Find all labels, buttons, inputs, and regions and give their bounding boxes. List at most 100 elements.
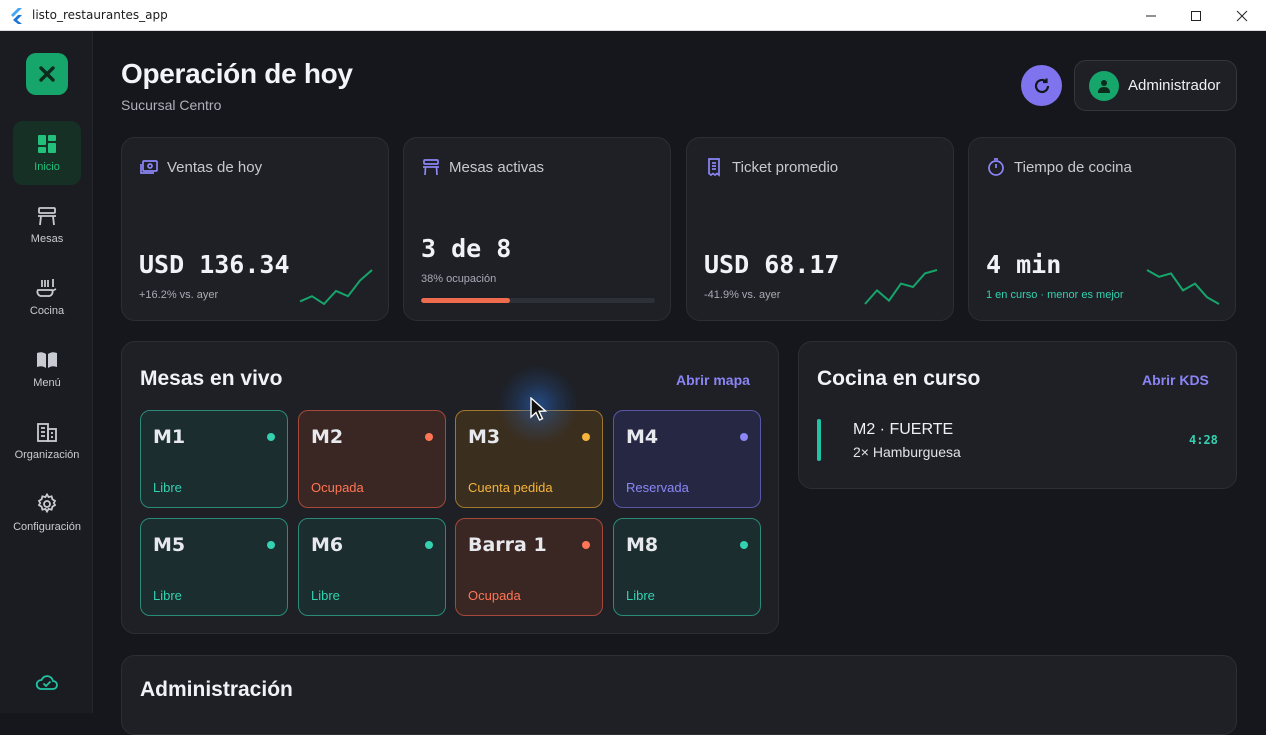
occupancy-progress-fill	[421, 298, 510, 303]
user-icon	[1098, 79, 1110, 93]
sparkline	[1146, 269, 1220, 305]
close-button[interactable]	[1219, 0, 1265, 31]
table-name: M3	[468, 426, 501, 448]
table-name: M5	[153, 534, 186, 556]
occupancy-progress	[421, 298, 655, 303]
table-tile[interactable]: M4 Reservada	[613, 410, 761, 508]
table-status: Cuenta pedida	[468, 480, 553, 495]
order-timer: 4:28	[1189, 433, 1218, 447]
kpi-change: -41.9% vs. ayer	[704, 289, 781, 301]
maximize-button[interactable]	[1173, 0, 1219, 31]
building-icon	[37, 423, 57, 442]
table-icon	[423, 159, 439, 176]
window-titlebar: listo_restaurantes_app	[0, 0, 1266, 31]
user-name: Administrador	[1128, 77, 1221, 94]
close-icon	[1236, 10, 1248, 21]
sidebar-item-label: Configuración	[13, 521, 81, 533]
sidebar-item-cocina[interactable]: Cocina	[13, 265, 81, 329]
receipt-icon	[708, 158, 720, 177]
page-subtitle: Sucursal Centro	[121, 97, 222, 113]
refresh-button[interactable]	[1021, 65, 1062, 106]
open-map-link[interactable]: Abrir mapa	[676, 372, 750, 388]
sidebar-item-menu[interactable]: Menú	[13, 337, 81, 401]
section-title: Cocina en curso	[817, 367, 981, 390]
open-kds-link[interactable]: Abrir KDS	[1142, 372, 1209, 388]
kpi-value: 4 min	[986, 250, 1062, 279]
dashboard-icon	[38, 135, 56, 153]
flutter-icon	[11, 8, 22, 24]
table-tile[interactable]: M8 Libre	[613, 518, 761, 616]
kpi-value: USD 68.17	[704, 250, 840, 279]
sidebar-item-label: Menú	[33, 377, 61, 389]
sidebar-item-label: Mesas	[30, 233, 64, 245]
sidebar-item-label: Organización	[14, 449, 80, 461]
order-items: 2× Hamburguesa	[853, 444, 961, 460]
table-status: Libre	[626, 588, 655, 603]
status-dot	[582, 541, 590, 549]
kpi-label: Mesas activas	[449, 158, 545, 176]
kpi-card-ventas: Ventas de hoy USD 136.34 +16.2% vs. ayer	[121, 137, 389, 321]
sidebar-item-inicio[interactable]: Inicio	[13, 121, 81, 185]
mouse-cursor-icon	[530, 397, 548, 421]
table-name: M2	[311, 426, 344, 448]
refresh-icon	[1034, 78, 1049, 93]
table-status: Ocupada	[468, 588, 521, 603]
table-tile[interactable]: M5 Libre	[140, 518, 288, 616]
maximize-icon	[1191, 10, 1201, 21]
timer-icon	[988, 158, 1004, 176]
order-status-bar	[817, 419, 821, 461]
section-title: Mesas en vivo	[140, 367, 283, 390]
status-dot	[582, 433, 590, 441]
sidebar: Inicio Mesas Cocina Menú Organización Co…	[0, 31, 93, 713]
kpi-value: 3 de 8	[421, 234, 512, 263]
order-title: M2 · FUERTE	[853, 421, 954, 438]
table-tile[interactable]: Barra 1 Ocupada	[455, 518, 603, 616]
sidebar-item-organizacion[interactable]: Organización	[13, 409, 81, 473]
table-tile[interactable]: M2 Ocupada	[298, 410, 446, 508]
table-tile[interactable]: M6 Libre	[298, 518, 446, 616]
sidebar-item-configuracion[interactable]: Configuración	[13, 481, 81, 561]
page-title: Operación de hoy	[121, 58, 353, 89]
sidebar-item-label: Cocina	[29, 305, 65, 317]
status-dot	[740, 433, 748, 441]
book-icon	[37, 352, 57, 368]
kpi-value: USD 136.34	[139, 250, 290, 279]
sparkline	[864, 269, 938, 305]
status-dot	[425, 541, 433, 549]
table-status: Reservada	[626, 480, 689, 495]
table-name: M4	[626, 426, 659, 448]
kpi-label: Ventas de hoy	[167, 158, 263, 176]
sidebar-item-mesas[interactable]: Mesas	[13, 193, 81, 257]
minimize-icon	[1146, 15, 1156, 16]
gear-icon	[37, 493, 57, 514]
cash-icon	[140, 160, 158, 174]
kpi-label: Tiempo de cocina	[1014, 158, 1132, 176]
table-icon	[38, 207, 56, 226]
status-dot	[740, 541, 748, 549]
status-dot	[425, 433, 433, 441]
table-name: Barra 1	[468, 534, 547, 556]
status-dot	[267, 541, 275, 549]
table-name: M8	[626, 534, 659, 556]
app-logo[interactable]	[26, 53, 68, 95]
admin-panel: Administración	[121, 655, 1237, 735]
window-title: listo_restaurantes_app	[32, 8, 168, 22]
kpi-card-mesas: Mesas activas 3 de 8 38% ocupación	[403, 137, 671, 321]
table-name: M1	[153, 426, 186, 448]
cloud-sync-icon	[35, 675, 58, 690]
table-status: Libre	[153, 480, 182, 495]
kpi-occupancy: 38% ocupación	[421, 273, 497, 285]
kpi-card-ticket: Ticket promedio USD 68.17 -41.9% vs. aye…	[686, 137, 954, 321]
table-status: Ocupada	[311, 480, 364, 495]
kpi-label: Ticket promedio	[732, 158, 839, 176]
kitchen-panel: Cocina en curso Abrir KDS	[798, 341, 1237, 489]
kpi-note: 1 en curso · menor es mejor	[986, 289, 1124, 301]
minimize-button[interactable]	[1128, 0, 1174, 31]
sparkline	[299, 269, 373, 306]
user-menu-button[interactable]: Administrador	[1074, 60, 1237, 111]
avatar	[1089, 70, 1119, 101]
section-title: Administración	[140, 678, 293, 701]
utensils-logo-icon	[39, 66, 55, 82]
table-status: Libre	[153, 588, 182, 603]
table-tile[interactable]: M1 Libre	[140, 410, 288, 508]
